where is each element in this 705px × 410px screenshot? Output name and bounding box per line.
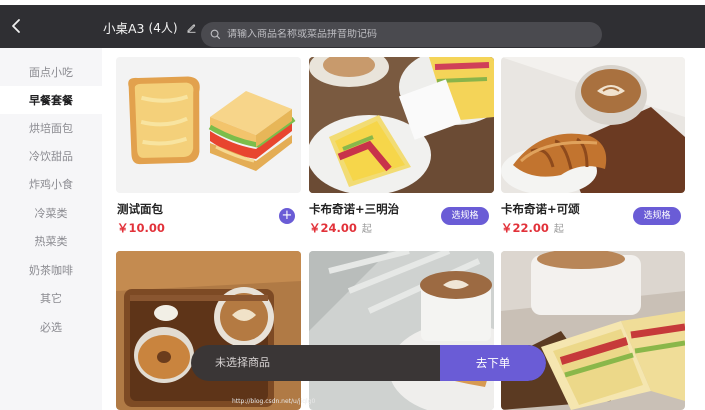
select-spec-button[interactable]: 选规格 — [633, 207, 681, 225]
add-to-cart-button[interactable]: + — [279, 208, 295, 224]
product-image-cappuccino-sandwich[interactable] — [309, 57, 494, 193]
header-bar: 小桌A3 (4人) — [0, 5, 705, 48]
product-name: 卡布奇诺+可颂 — [501, 202, 580, 216]
place-order-button[interactable]: 去下单 — [440, 345, 546, 381]
select-spec-button[interactable]: 选规格 — [441, 207, 489, 225]
product-image-coffee-sandwiches[interactable] — [501, 251, 685, 410]
price-value: ￥10.00 — [117, 221, 165, 235]
product-name: 测试面包 — [117, 202, 163, 216]
price-value: ￥24.00 — [309, 221, 357, 235]
product-price: ￥10.00 — [117, 220, 165, 236]
product-name: 卡布奇诺+三明治 — [309, 202, 400, 216]
search-box[interactable] — [201, 22, 602, 47]
price-from-label: 起 — [361, 224, 372, 235]
product-image-test-bread[interactable] — [116, 57, 301, 193]
category-sidebar: 面点小吃 早餐套餐 烘培面包 冷饮甜品 炸鸡小食 冷菜类 热菜类 奶茶咖啡 其它… — [0, 48, 102, 410]
sidebar-item-cold-dishes[interactable]: 冷菜类 — [0, 199, 102, 227]
product-image-cappuccino-croissant[interactable] — [501, 57, 685, 193]
watermark-text: http://blog.csdn.net/u/jiqlg0 — [232, 398, 316, 405]
back-arrow-icon[interactable] — [4, 13, 30, 39]
sidebar-item-cold-drinks[interactable]: 冷饮甜品 — [0, 142, 102, 170]
search-input[interactable] — [227, 29, 587, 40]
price-value: ￥22.00 — [501, 221, 549, 235]
sidebar-item-others[interactable]: 其它 — [0, 284, 102, 312]
table-name: 小桌A3 — [103, 20, 145, 36]
search-icon — [210, 29, 221, 40]
sidebar-item-required[interactable]: 必选 — [0, 313, 102, 341]
sidebar-item-hot-dishes[interactable]: 热菜类 — [0, 227, 102, 255]
edit-pencil-icon[interactable] — [186, 22, 197, 33]
cart-bar: 未选择商品 去下单 — [191, 345, 546, 381]
table-title: 小桌A3 (4人) — [103, 17, 197, 37]
product-image-latte-croissant[interactable] — [309, 251, 494, 410]
cart-status-text: 未选择商品 — [215, 356, 270, 369]
sidebar-item-bakery[interactable]: 烘培面包 — [0, 114, 102, 142]
price-from-label: 起 — [553, 224, 564, 235]
product-image-bagel-coffee[interactable] — [116, 251, 301, 410]
product-price: ￥22.00 起 — [501, 220, 564, 236]
sidebar-item-fried-chicken[interactable]: 炸鸡小食 — [0, 170, 102, 198]
sidebar-item-breakfast-set[interactable]: 早餐套餐 — [0, 86, 102, 114]
pos-order-screen: 小桌A3 (4人) 面点小吃 早餐套餐 烘培面包 冷饮甜品 炸鸡小食 冷菜类 热… — [0, 0, 705, 410]
sidebar-item-dim-sum[interactable]: 面点小吃 — [0, 58, 102, 86]
product-price: ￥24.00 起 — [309, 220, 372, 236]
guest-count: (4人) — [148, 20, 178, 35]
sidebar-item-milk-tea-coffee[interactable]: 奶茶咖啡 — [0, 256, 102, 284]
